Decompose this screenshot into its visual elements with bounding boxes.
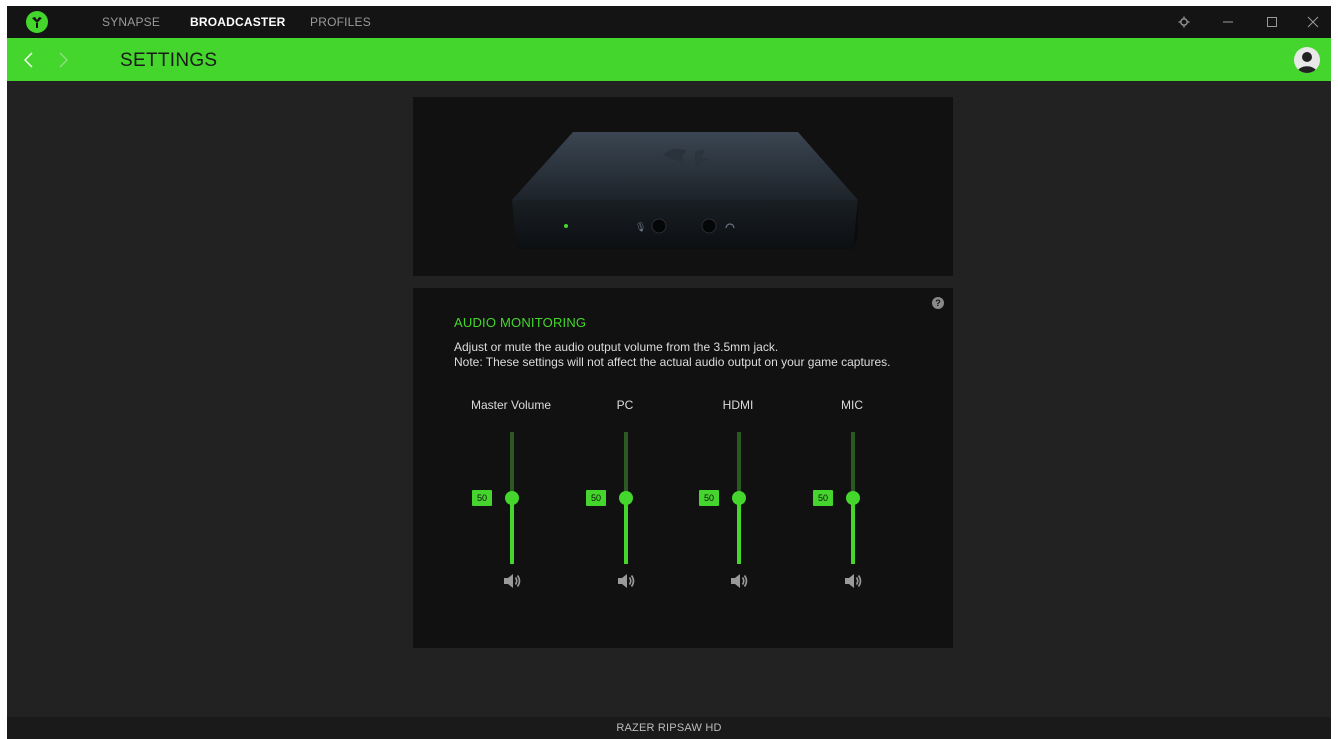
description-line-1: Adjust or mute the audio output volume f… xyxy=(454,340,779,354)
close-icon[interactable] xyxy=(1302,12,1324,32)
volume-slider-fill xyxy=(510,498,514,564)
speaker-icon[interactable] xyxy=(616,572,636,590)
volume-slider-thumb[interactable] xyxy=(505,491,519,505)
help-icon[interactable]: ? xyxy=(932,297,944,309)
app-window: SYNAPSE BROADCASTER PROFILES SETTINGS 🎙 … xyxy=(7,6,1331,739)
volume-slider-fill xyxy=(624,498,628,564)
audio-monitoring-panel: ? AUDIO MONITORING Adjust or mute the au… xyxy=(413,288,953,648)
section-title: AUDIO MONITORING xyxy=(454,315,587,330)
volume-value-badge: 50 xyxy=(813,490,833,506)
speaker-icon[interactable] xyxy=(729,572,749,590)
tab-synapse[interactable]: SYNAPSE xyxy=(102,15,160,29)
description-line-2: Note: These settings will not affect the… xyxy=(454,355,891,369)
device-footer: RAZER RIPSAW HD xyxy=(7,717,1331,739)
section-description: Adjust or mute the audio output volume f… xyxy=(454,340,891,370)
page-header: SETTINGS xyxy=(7,38,1331,81)
channel-label: PC xyxy=(616,398,634,412)
channel-mic: MIC 50 xyxy=(797,398,907,598)
tab-profiles[interactable]: PROFILES xyxy=(310,15,371,29)
volume-slider-thumb[interactable] xyxy=(619,491,633,505)
tab-broadcaster[interactable]: BROADCASTER xyxy=(190,15,286,29)
device-image: 🎙 xyxy=(512,132,858,249)
volume-value-badge: 50 xyxy=(586,490,606,506)
channel-hdmi: HDMI 50 xyxy=(683,398,793,598)
page-title: SETTINGS xyxy=(120,50,218,71)
volume-slider-fill xyxy=(737,498,741,564)
device-image-panel: 🎙 xyxy=(413,97,953,276)
minimize-icon[interactable] xyxy=(1217,12,1239,32)
channel-label: MIC xyxy=(841,398,863,412)
razer-logo-icon[interactable] xyxy=(26,11,48,33)
speaker-icon[interactable] xyxy=(502,572,522,590)
svg-text:🎙: 🎙 xyxy=(635,222,646,233)
chevron-left-icon[interactable] xyxy=(19,50,39,70)
channel-pc: PC 50 xyxy=(570,398,680,598)
volume-slider-thumb[interactable] xyxy=(846,491,860,505)
channel-master-volume: Master Volume 50 xyxy=(456,398,566,598)
chevron-right-icon[interactable] xyxy=(53,50,73,70)
volume-value-badge: 50 xyxy=(699,490,719,506)
user-icon[interactable] xyxy=(1294,47,1320,73)
volume-slider-thumb[interactable] xyxy=(732,491,746,505)
speaker-icon[interactable] xyxy=(843,572,863,590)
channel-label: HDMI xyxy=(722,398,754,412)
volume-value-badge: 50 xyxy=(472,490,492,506)
title-bar: SYNAPSE BROADCASTER PROFILES xyxy=(7,6,1331,38)
channel-label: Master Volume xyxy=(470,398,552,412)
maximize-icon[interactable] xyxy=(1261,12,1283,32)
device-name[interactable]: RAZER RIPSAW HD xyxy=(7,722,1331,734)
volume-slider-fill xyxy=(851,498,855,564)
settings-icon[interactable] xyxy=(1173,12,1195,32)
